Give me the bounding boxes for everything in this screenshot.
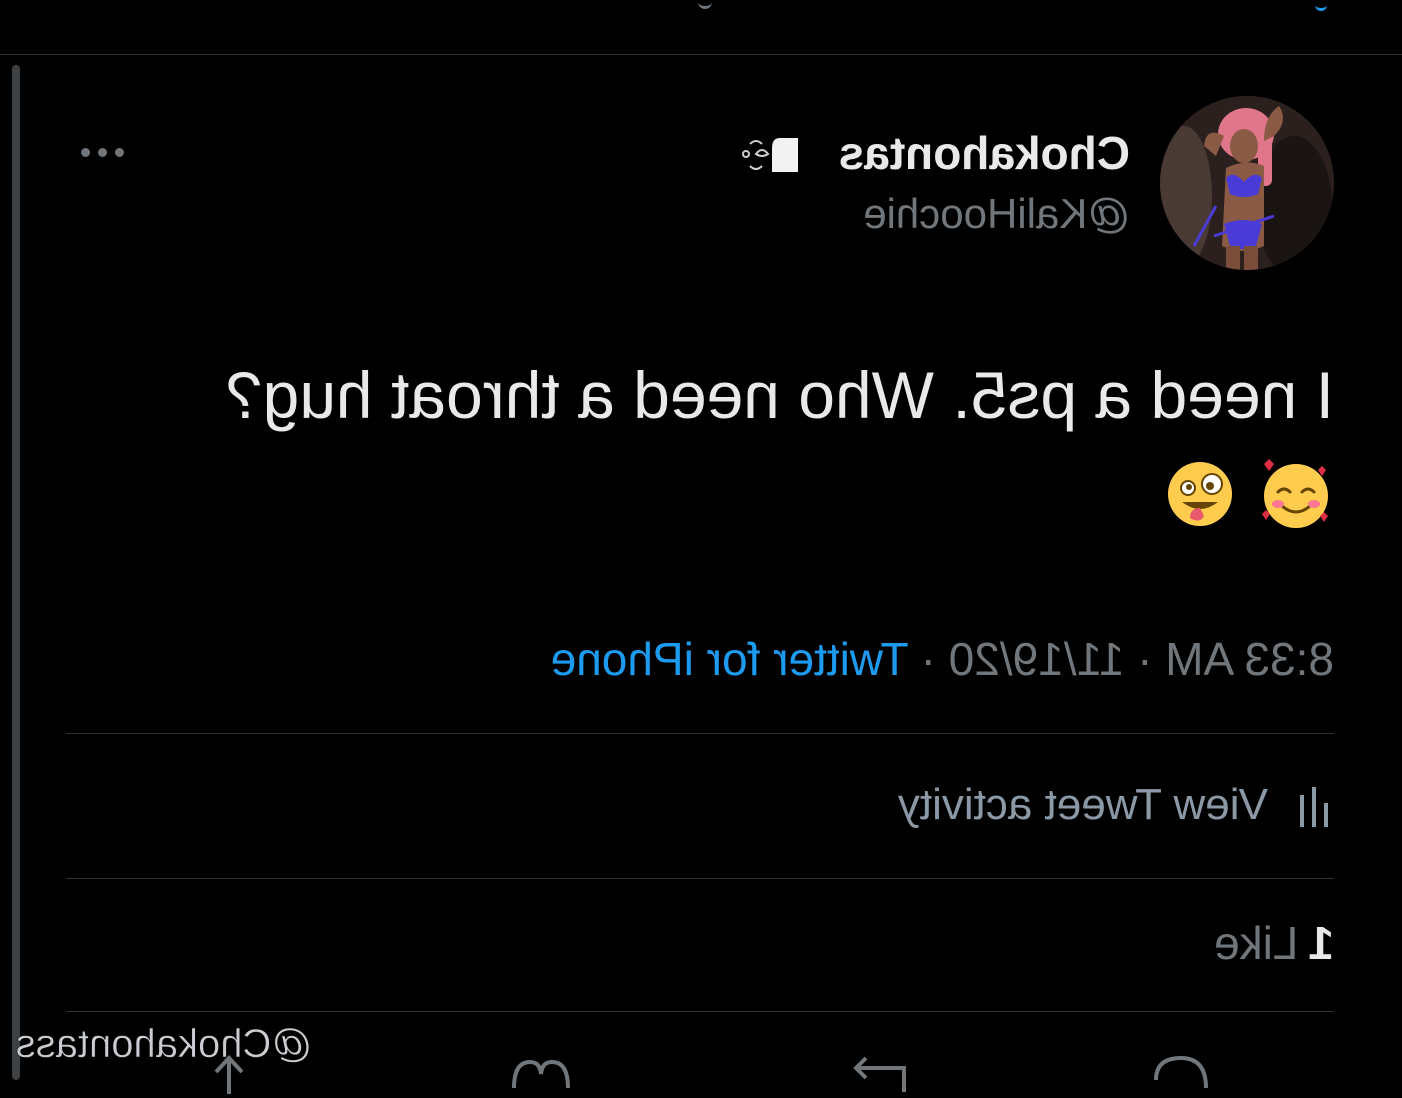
view-tweet-activity-button[interactable]: View Tweet activity xyxy=(898,770,1334,840)
reply-icon[interactable] xyxy=(1146,1048,1216,1098)
top-bar xyxy=(0,0,1402,55)
partial-back-icon[interactable] xyxy=(1315,0,1327,11)
display-name[interactable]: Chokahontas xyxy=(839,126,1130,180)
tweet-emojis xyxy=(1162,456,1334,540)
smiling-face-with-hearts-icon xyxy=(1262,459,1328,528)
dash-icon xyxy=(742,138,798,172)
more-options-icon[interactable] xyxy=(70,144,124,160)
watermark: @Chokahontass xyxy=(15,1022,312,1067)
tweet-text: I need a ps5. Who need a throat hug? xyxy=(225,358,1334,432)
meta-separator: · xyxy=(920,633,936,685)
likes-label: Like xyxy=(1214,917,1299,969)
likes-count-link[interactable]: 1Like xyxy=(1214,916,1334,970)
mirrored-screenshot: Chokahontas @KaliHoochie I need a ps5. W… xyxy=(0,0,1402,1094)
tweet-date: 11/19/20 xyxy=(948,633,1125,685)
user-handle[interactable]: @KaliHoochie xyxy=(863,190,1130,238)
zany-face-icon xyxy=(1168,462,1232,526)
likes-count: 1 xyxy=(1308,917,1334,969)
view-tweet-activity-label: View Tweet activity xyxy=(897,780,1268,829)
like-icon[interactable] xyxy=(506,1048,576,1098)
divider xyxy=(66,878,1334,879)
analytics-bars-icon xyxy=(1300,787,1328,827)
tweet-time: 8:33 AM xyxy=(1165,633,1334,685)
divider xyxy=(66,1011,1334,1012)
tweet-source-link[interactable]: Twitter for iPhone xyxy=(551,633,909,685)
meta-separator: · xyxy=(1137,633,1153,685)
divider xyxy=(66,733,1334,734)
avatar-image xyxy=(1160,96,1334,270)
tweet-meta: 8:33 AM · 11/19/20 · Twitter for iPhone xyxy=(551,632,1334,686)
thread-line xyxy=(12,65,20,1080)
avatar[interactable] xyxy=(1160,96,1334,270)
partial-icon xyxy=(698,0,712,9)
retweet-icon[interactable] xyxy=(842,1048,912,1098)
